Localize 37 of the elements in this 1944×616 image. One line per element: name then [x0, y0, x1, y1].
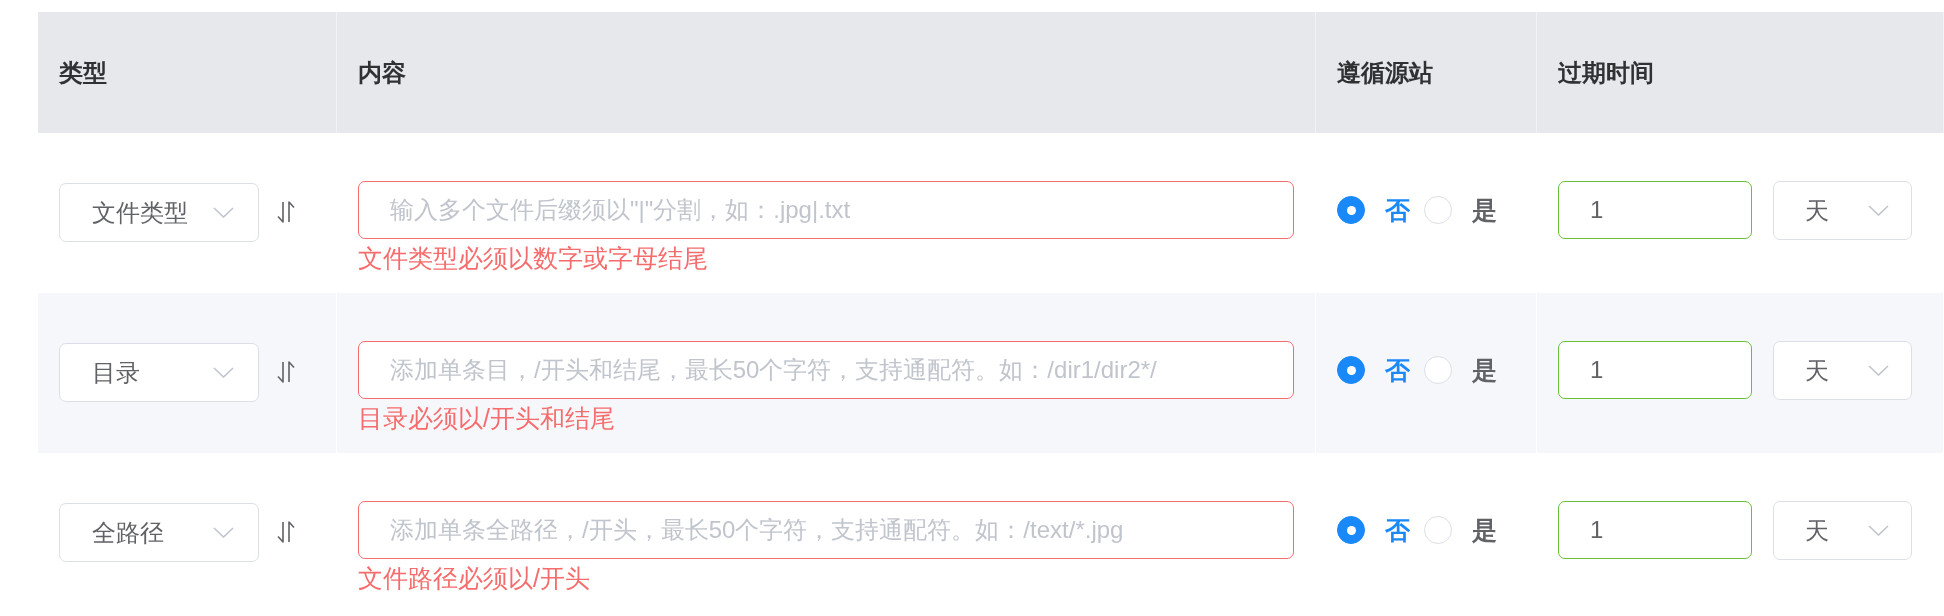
radio-button[interactable] — [1337, 196, 1365, 224]
error-message: 文件路径必须以/开头 — [358, 564, 590, 592]
chevron-down-icon — [1868, 365, 1889, 376]
unit-select[interactable]: 天 — [1773, 501, 1912, 560]
sort-arrows-icon[interactable] — [276, 201, 296, 223]
chevron-down-icon — [213, 527, 234, 538]
chevron-down-icon — [1868, 205, 1889, 216]
radio-option[interactable]: 是 — [1424, 193, 1497, 227]
radio-option[interactable]: 否 — [1337, 353, 1410, 387]
radio-button[interactable] — [1337, 356, 1365, 384]
radio-option[interactable]: 是 — [1424, 353, 1497, 387]
error-message: 目录必须以/开头和结尾 — [358, 404, 615, 432]
column-header: 过期时间 — [1537, 12, 1944, 133]
expiry-input[interactable]: 1 — [1558, 181, 1752, 239]
column-header: 内容 — [337, 12, 1316, 133]
content-input[interactable]: 输入多个文件后缀须以"|"分割，如：.jpg|.txt — [358, 181, 1294, 239]
type-select[interactable]: 文件类型 — [59, 183, 259, 242]
radio-option[interactable]: 是 — [1424, 513, 1497, 547]
content-input[interactable]: 添加单条全路径，/开头，最长50个字符，支持通配符。如：/text/*.jpg — [358, 501, 1294, 559]
chevron-down-icon — [213, 207, 234, 218]
type-select[interactable]: 全路径 — [59, 503, 259, 562]
content-input[interactable]: 添加单条目，/开头和结尾，最长50个字符，支持通配符。如：/dir1/dir2*/ — [358, 341, 1294, 399]
sort-arrows-icon[interactable] — [276, 521, 296, 543]
unit-select[interactable]: 天 — [1773, 181, 1912, 240]
column-header: 遵循源站 — [1316, 12, 1537, 133]
unit-select[interactable]: 天 — [1773, 341, 1912, 400]
expiry-input[interactable]: 1 — [1558, 341, 1752, 399]
type-select[interactable]: 目录 — [59, 343, 259, 402]
expiry-input[interactable]: 1 — [1558, 501, 1752, 559]
sort-arrows-icon[interactable] — [276, 361, 296, 383]
chevron-down-icon — [1868, 525, 1889, 536]
radio-option[interactable]: 否 — [1337, 193, 1410, 227]
chevron-down-icon — [213, 367, 234, 378]
error-message: 文件类型必须以数字或字母结尾 — [358, 244, 708, 272]
column-header: 类型 — [38, 12, 337, 133]
radio-option[interactable]: 否 — [1337, 513, 1410, 547]
radio-button[interactable] — [1337, 516, 1365, 544]
